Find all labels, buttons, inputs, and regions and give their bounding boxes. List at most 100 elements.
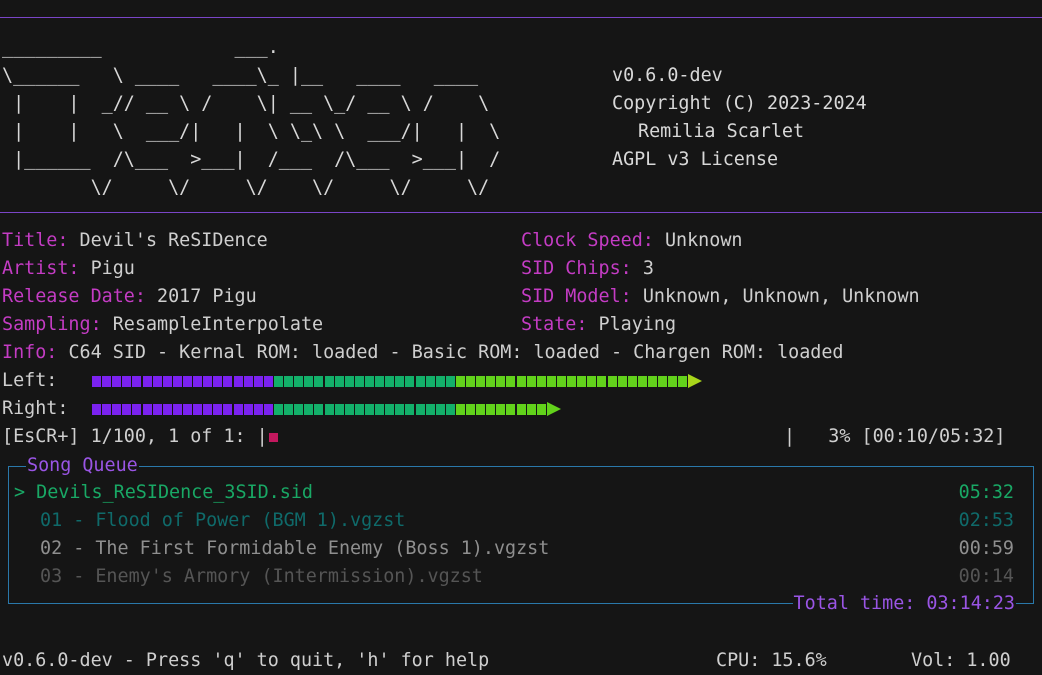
song-queue-title: Song Queue — [26, 452, 139, 480]
model-value: Unknown, Unknown, Unknown — [642, 286, 920, 307]
model-row: SID Model: Unknown, Unknown, Unknown — [521, 283, 920, 311]
release-label: Release Date: — [2, 286, 146, 307]
meter-segment — [567, 375, 577, 387]
artist-label: Artist: — [2, 258, 80, 279]
progress-info: [EsCR+] 1/100, 1 of 1: | — [2, 426, 268, 447]
meter-segment — [445, 375, 455, 387]
queue-item-active[interactable]: > Devils_ReSIDence_3SID.sid — [14, 479, 313, 507]
queue-total-time: Total time: 03:14:23 — [792, 590, 1016, 618]
title-value: Devil's ReSIDence — [79, 230, 268, 251]
meter-segment — [273, 375, 283, 387]
meter-segment — [203, 403, 213, 415]
copyright-text: Copyright (C) 2023-2024 — [612, 93, 867, 114]
meter-segment — [304, 403, 314, 415]
meter-segment — [486, 375, 496, 387]
meter-segment — [516, 403, 526, 415]
meter-segment — [142, 375, 152, 387]
queue-item[interactable]: 02 - The First Formidable Enemy (Boss 1)… — [40, 535, 549, 563]
meter-peak-arrow — [688, 374, 703, 388]
info-label: Info: — [2, 342, 58, 363]
meter-segment — [637, 375, 647, 387]
meter-peak-arrow — [546, 402, 561, 416]
meter-segment — [243, 403, 253, 415]
meter-segment — [172, 403, 182, 415]
top-rule — [0, 17, 1042, 18]
banner-rule — [0, 212, 1042, 213]
meter-segment — [233, 403, 243, 415]
meter-segment — [334, 403, 344, 415]
meter-segment — [476, 375, 486, 387]
meter-segment — [466, 403, 476, 415]
meter-segment — [92, 375, 101, 387]
meter-segment — [405, 375, 415, 387]
chips-value: 3 — [642, 258, 654, 279]
meter-segment — [112, 403, 122, 415]
progress-prefix: [EsCR+] 1/100, 1 of 1: | — [2, 423, 278, 451]
chips-row: SID Chips: 3 — [521, 255, 654, 283]
ascii-logo-line-5: |______ /\___ >___| /___ /\___ >___| / — [2, 149, 501, 170]
meter-segment — [162, 403, 172, 415]
meter-segment — [314, 375, 324, 387]
meter-segment — [132, 403, 142, 415]
meter-segment — [526, 403, 536, 415]
ascii-logo-line-4: | | \ ___/| | \ \_\ \ ___/| | \ — [2, 121, 501, 142]
queue-item-duration: 00:14 — [958, 566, 1014, 587]
meter-segment — [455, 375, 465, 387]
meter-segment — [364, 375, 374, 387]
meter-segment — [102, 375, 112, 387]
meter-segment — [152, 375, 162, 387]
sampling-row: Sampling: ResampleInterpolate — [2, 311, 323, 339]
meter-segment — [536, 375, 546, 387]
release-value: 2017 Pigu — [157, 286, 257, 307]
meter-segment — [627, 375, 637, 387]
ascii-logo-line-6: \/ \/ \/ \/ \/ \/ — [2, 177, 490, 198]
sampling-value: ResampleInterpolate — [112, 314, 324, 335]
meter-segment — [506, 403, 516, 415]
title-row: Title: Devil's ReSIDence — [2, 227, 268, 255]
meter-segment — [455, 403, 465, 415]
progress-fill — [268, 432, 278, 442]
queue-item[interactable]: 01 - Flood of Power (BGM 1).vgzst — [40, 507, 405, 535]
meter-segment — [506, 375, 516, 387]
meter-segment — [385, 375, 395, 387]
left-level-meter — [92, 367, 703, 395]
state-label: State: — [521, 314, 588, 335]
state-value: Playing — [598, 314, 677, 335]
meter-segment — [425, 403, 435, 415]
queue-item[interactable]: 03 - Enemy's Armory (Intermission).vgzst — [40, 563, 483, 591]
meter-segment — [354, 403, 364, 415]
meter-segment — [92, 403, 101, 415]
meter-segment — [193, 403, 203, 415]
meter-segment — [546, 375, 556, 387]
meter-segment — [607, 375, 617, 387]
info-value: C64 SID - Kernal ROM: loaded - Basic ROM… — [68, 342, 844, 363]
info-row: Info: C64 SID - Kernal ROM: loaded - Bas… — [2, 339, 844, 367]
meter-segment — [122, 375, 132, 387]
meter-segment — [324, 375, 334, 387]
meter-segment — [415, 403, 425, 415]
meter-segment — [284, 403, 294, 415]
version-text: v0.6.0-dev — [612, 65, 723, 86]
state-row: State: Playing — [521, 311, 676, 339]
right-meter-label: Right: — [2, 398, 69, 419]
meter-segment — [182, 375, 192, 387]
meter-segment — [253, 403, 263, 415]
volume-readout: Vol: 1.00 — [911, 650, 1011, 671]
meter-segment — [617, 375, 627, 387]
meter-segment — [658, 375, 668, 387]
meter-segment — [334, 375, 344, 387]
meter-segment — [375, 375, 385, 387]
meter-segment — [496, 403, 506, 415]
artist-row: Artist: Pigu — [2, 255, 135, 283]
meter-segment — [132, 375, 142, 387]
meter-segment — [263, 403, 273, 415]
meter-segment — [162, 375, 172, 387]
meter-segment — [112, 375, 122, 387]
meter-segment — [314, 403, 324, 415]
meter-segment — [253, 375, 263, 387]
meter-segment — [526, 375, 536, 387]
clock-value: Unknown — [664, 230, 743, 251]
model-label: SID Model: — [521, 286, 632, 307]
meter-segment — [182, 403, 192, 415]
queue-item-duration: 05:32 — [958, 482, 1014, 503]
